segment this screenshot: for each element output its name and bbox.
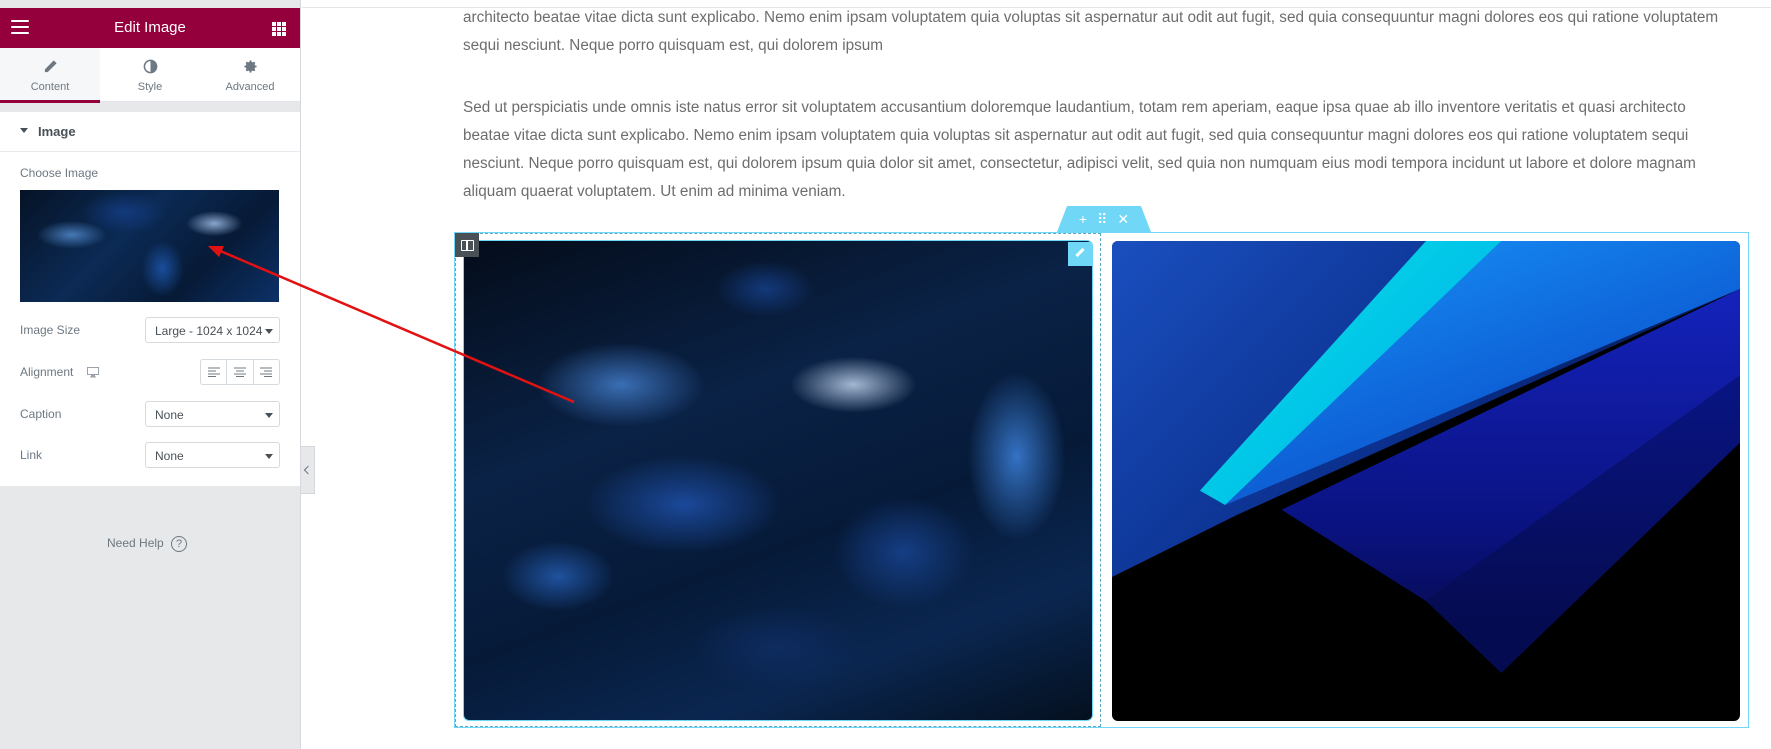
panel-tabs: Content Style Advanced [0,48,300,103]
tab-style[interactable]: Style [100,48,200,102]
help-circle-icon: ? [171,536,188,552]
widgets-grid-icon[interactable] [272,22,286,36]
need-help-label: Need Help [107,536,164,550]
caption-label: Caption [20,407,62,421]
pencil-icon [0,59,100,77]
section-image-toggle[interactable]: Image [0,112,300,152]
align-right-icon [260,367,273,377]
image-picker-thumbnail[interactable] [20,190,279,302]
need-help-link[interactable]: Need Help ? [107,536,188,552]
align-left-icon [207,367,220,377]
panel-header: Edit Image [0,8,300,48]
tab-content[interactable]: Content [0,48,100,103]
tab-advanced[interactable]: Advanced [200,48,300,102]
image-widget-marble[interactable] [463,240,1093,721]
image-size-control: Image Size Large - 1024 x 1024 [20,317,280,343]
tab-content-label: Content [30,81,70,93]
add-section-icon[interactable]: + [1079,206,1087,232]
column-handle-icon[interactable] [455,233,479,257]
drag-section-icon[interactable]: ⠿ [1097,206,1107,232]
tab-advanced-label: Advanced [225,81,275,93]
tab-style-label: Style [137,81,163,93]
text-paragraph: Sed ut perspiciatis unde omnis iste natu… [463,99,1696,200]
align-center-button[interactable] [227,360,254,384]
panel-title: Edit Image [114,19,186,36]
link-label: Link [20,448,43,462]
link-select[interactable]: None [145,442,280,468]
align-center-icon [233,367,246,377]
link-control: Link None [20,442,280,468]
align-left-button[interactable] [201,360,228,384]
text-paragraph: architecto beatae vitae dicta sunt expli… [463,9,1719,54]
editor-panel: Edit Image Content Style Advanced Image … [0,0,301,749]
edit-widget-icon[interactable] [1068,242,1092,266]
caption-select[interactable]: None [145,401,280,427]
align-right-button[interactable] [254,360,279,384]
image-size-label: Image Size [20,323,81,337]
caret-down-icon [20,128,28,134]
choose-image-label: Choose Image [20,166,99,180]
half-circle-icon [100,59,200,77]
caption-control: Caption None [20,401,280,427]
image-size-select[interactable]: Large - 1024 x 1024 [145,317,280,343]
alignment-label: Alignment [20,365,74,379]
delete-section-icon[interactable]: ✕ [1117,206,1129,232]
alignment-buttons [200,359,280,385]
image-widget-gradient[interactable] [1112,241,1740,721]
section-title: Image [38,124,76,139]
desktop-icon[interactable] [87,365,99,378]
gear-icon [200,59,300,77]
section-handle: + ⠿ ✕ [1057,206,1151,232]
alignment-control: Alignment [20,359,280,385]
panel-content: Image Choose Image Image Size Large - 10… [0,112,300,486]
collapse-panel-button[interactable] [301,446,315,494]
